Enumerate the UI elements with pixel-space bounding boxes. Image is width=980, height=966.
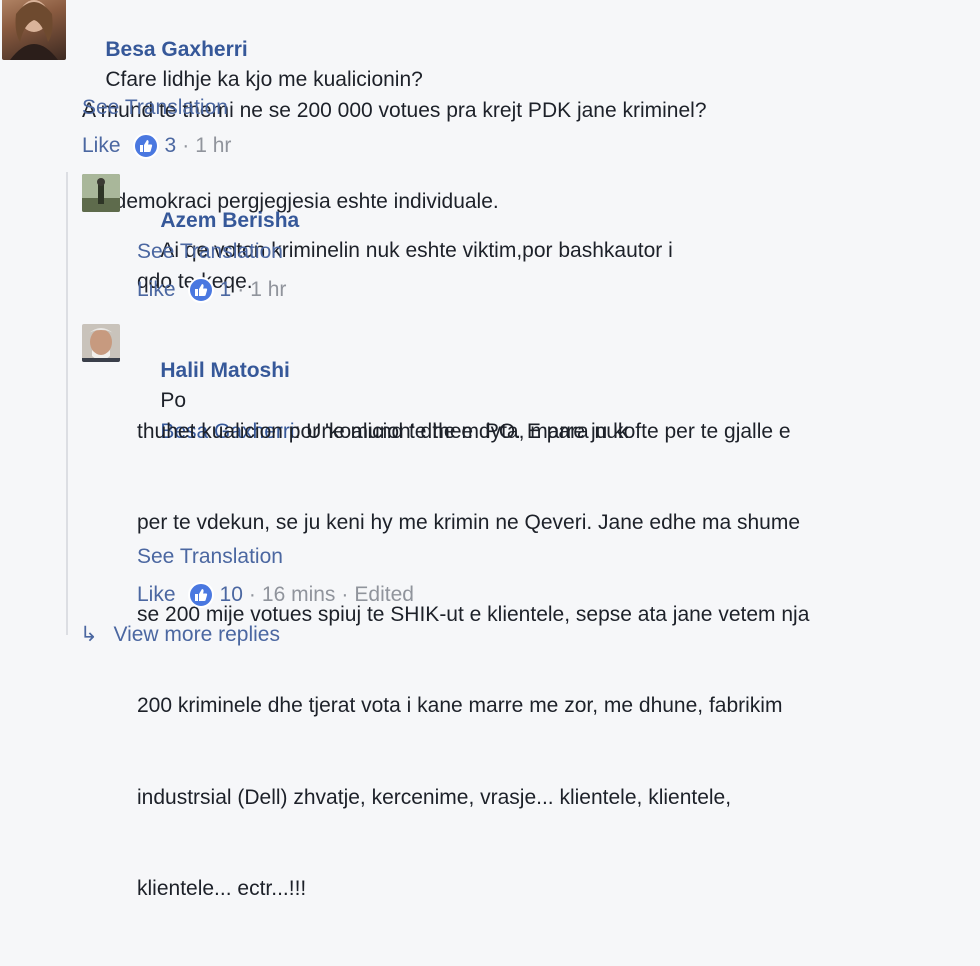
person-photo — [82, 174, 120, 212]
see-translation-link[interactable]: See Translation — [137, 240, 283, 264]
like-button[interactable]: Like — [137, 278, 176, 302]
avatar[interactable] — [82, 324, 120, 362]
see-translation-link[interactable]: See Translation — [137, 545, 283, 569]
reaction-count[interactable]: 3 — [165, 134, 177, 158]
comment-actions: Like 1 · 1 hr — [137, 277, 286, 303]
reply-thread-line — [66, 172, 68, 635]
separator: · — [237, 278, 245, 301]
edited-label[interactable]: Edited — [354, 583, 414, 607]
comment-text-line: thuhet kualicion por 'koalicion' dhe e d… — [137, 419, 791, 443]
reaction-count[interactable]: 10 — [220, 583, 243, 607]
timestamp[interactable]: 1 hr — [250, 278, 286, 302]
timestamp[interactable]: 1 hr — [195, 134, 231, 158]
person-photo — [10, 0, 58, 60]
comment-text-line: 200 kriminele dhe tjerat vota i kane mar… — [137, 694, 783, 717]
person-photo — [82, 324, 120, 362]
comment-text-line: industrsial (Dell) zhvatje, kercenime, v… — [137, 785, 732, 809]
comment-text-line: klientele... ectr...!!! — [137, 877, 307, 900]
avatar[interactable] — [2, 0, 66, 60]
separator: · — [341, 583, 349, 606]
like-icon[interactable] — [132, 133, 159, 159]
like-button[interactable]: Like — [137, 583, 176, 607]
comment-actions: Like 10 · 16 mins · Edited — [137, 582, 414, 608]
separator: · — [248, 583, 256, 606]
timestamp[interactable]: 16 mins — [262, 583, 336, 607]
separator: · — [182, 134, 190, 157]
comment-text-line: per te vdekun, se ju keni hy me krimin n… — [137, 511, 800, 534]
avatar[interactable] — [82, 174, 120, 212]
comment-actions: Like 3 · 1 hr — [82, 133, 231, 159]
like-icon[interactable] — [187, 582, 214, 608]
reaction-count[interactable]: 1 — [220, 278, 232, 302]
like-icon[interactable] — [187, 277, 214, 303]
see-translation-link[interactable]: See Translation — [82, 96, 228, 120]
like-button[interactable]: Like — [82, 134, 121, 158]
